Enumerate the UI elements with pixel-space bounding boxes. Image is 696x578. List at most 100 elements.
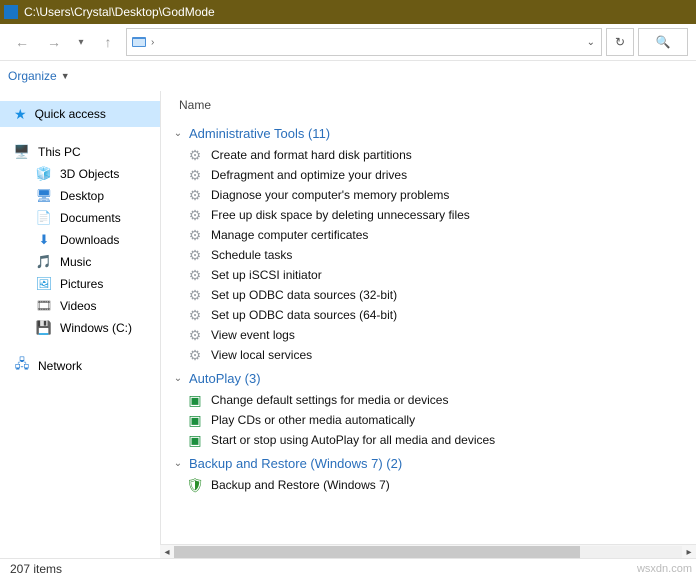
folder-icon: ⬇ [36, 232, 52, 248]
sidebar-item[interactable]: 🎞Videos [0, 295, 160, 317]
scroll-right-button[interactable]: ▸ [682, 547, 696, 558]
item-label: Set up ODBC data sources (64-bit) [211, 308, 397, 322]
title-bar: C:\Users\Crystal\Desktop\GodMode [0, 0, 696, 24]
sidebar-item-label: Music [60, 255, 91, 269]
folder-icon: 🖥 [36, 188, 52, 204]
folder-icon: 🎵 [36, 254, 52, 270]
item-label: Manage computer certificates [211, 228, 368, 242]
list-item[interactable]: ⚙Set up iSCSI initiator [167, 265, 696, 285]
status-bar: 207 items wsxdn.com [0, 558, 696, 578]
back-button[interactable]: ← [8, 28, 36, 56]
list-item[interactable]: ⚙View event logs [167, 325, 696, 345]
forward-button[interactable]: → [40, 28, 68, 56]
group-title: Backup and Restore (Windows 7) (2) [189, 456, 402, 471]
item-label: Start or stop using AutoPlay for all med… [211, 433, 495, 447]
column-header-name[interactable]: Name [179, 98, 211, 112]
scroll-track[interactable] [174, 546, 682, 558]
chevron-down-icon: ▼ [61, 71, 70, 81]
sidebar-item-label: Windows (C:) [60, 321, 132, 335]
list-item[interactable]: ⚙ Set up ODBC data sources (64-bit) [167, 305, 696, 325]
group-header[interactable]: ⌄Administrative Tools (11) [167, 120, 696, 145]
list-item[interactable]: ⚙ Diagnose your computer's memory problem… [167, 185, 696, 205]
list-item[interactable]: ▣ Start or stop using AutoPlay for all me… [167, 430, 696, 450]
restore-icon: 🛡 [187, 477, 203, 493]
group-header[interactable]: ⌄ Backup and Restore (Windows 7) (2) [167, 450, 696, 475]
sidebar-item-label: 3D Objects [60, 167, 119, 181]
list-item[interactable]: ⚙View local services [167, 345, 696, 365]
sidebar-item-label: Pictures [60, 277, 103, 291]
watermark: wsxdn.com [637, 563, 692, 575]
play-icon: ▣ [187, 412, 203, 428]
network-label: Network [38, 359, 82, 373]
refresh-button[interactable]: ↻ [606, 28, 634, 56]
gear-icon: ⚙ [187, 287, 203, 303]
item-label: Set up ODBC data sources (32-bit) [211, 288, 397, 302]
list-item[interactable]: ▣Play CDs or other media automatically [167, 410, 696, 430]
folder-icon: 🖼 [36, 276, 52, 292]
gear-icon: ⚙ [187, 187, 203, 203]
sidebar-item-label: Videos [60, 299, 96, 313]
recent-locations-button[interactable]: ▾ [72, 28, 90, 56]
scroll-thumb[interactable] [174, 546, 580, 558]
list-item[interactable]: ⚙Free up disk space by deleting unnecess… [167, 205, 696, 225]
list-item[interactable]: ⚙ Set up ODBC data sources (32-bit) [167, 285, 696, 305]
folder-icon: 🧊 [36, 166, 52, 182]
sidebar-item[interactable]: 🖼 Pictures [0, 273, 160, 295]
item-label: Set up iSCSI initiator [211, 268, 322, 282]
command-bar: Organize ▼ [0, 61, 696, 91]
sidebar-item[interactable]: 🖥 Desktop [0, 185, 160, 207]
file-list: Name ⌄Administrative Tools (11)⚙Create a… [161, 91, 696, 544]
up-button[interactable]: ↑ [94, 28, 122, 56]
horizontal-scrollbar[interactable]: ◂ ▸ [160, 544, 696, 559]
gear-icon: ⚙ [187, 167, 203, 183]
list-item[interactable]: ⚙ Schedule tasks [167, 245, 696, 265]
sidebar-item-network[interactable]: 🖧 Network [0, 355, 160, 377]
scroll-left-button[interactable]: ◂ [160, 547, 174, 558]
sidebar-item-this-pc[interactable]: 🖥️ This PC [0, 141, 160, 163]
list-item[interactable]: 🛡 Backup and Restore (Windows 7) [167, 475, 696, 495]
gear-icon: ⚙ [187, 307, 203, 323]
navigation-pane: ★ Quick access 🖥️ This PC 🧊 3D Objects 🖥 De… [0, 91, 161, 544]
quick-access-label: Quick access [35, 107, 106, 121]
search-input[interactable]: 🔍 [638, 28, 688, 56]
list-item[interactable]: ⚙Defragment and optimize your drives [167, 165, 696, 185]
sidebar-item[interactable]: ⬇ Downloads [0, 229, 160, 251]
group-title: AutoPlay (3) [189, 371, 261, 386]
organize-button[interactable]: Organize ▼ [8, 69, 70, 83]
network-icon: 🖧 [14, 358, 30, 374]
sidebar-item-label: Desktop [60, 189, 104, 203]
item-count: 207 items [10, 562, 62, 576]
item-label: Free up disk space by deleting unnecessa… [211, 208, 470, 222]
star-icon: ★ [14, 106, 27, 123]
app-icon [4, 5, 18, 19]
item-label: Create and format hard disk partitions [211, 148, 412, 162]
sidebar-item[interactable]: 💾 Windows (C:) [0, 317, 160, 339]
item-label: View event logs [211, 328, 295, 342]
item-label: Change default settings for media or dev… [211, 393, 448, 407]
sidebar-item-quick-access[interactable]: ★ Quick access [0, 101, 160, 127]
group-header[interactable]: ⌄AutoPlay (3) [167, 365, 696, 390]
file-list-content: ⌄Administrative Tools (11)⚙Create and fo… [161, 120, 696, 544]
chevron-right-icon: › [151, 37, 154, 48]
item-label: Backup and Restore (Windows 7) [211, 478, 390, 492]
sidebar-item-label: Downloads [60, 233, 119, 247]
gear-icon: ⚙ [187, 247, 203, 263]
gear-icon: ⚙ [187, 227, 203, 243]
item-label: Diagnose your computer's memory problems [211, 188, 449, 202]
sidebar-item[interactable]: 📄 Documents [0, 207, 160, 229]
play-icon: ▣ [187, 432, 203, 448]
list-item[interactable]: ⚙ Manage computer certificates [167, 225, 696, 245]
sidebar-item[interactable]: 🎵 Music [0, 251, 160, 273]
sidebar-item[interactable]: 🧊 3D Objects [0, 163, 160, 185]
chevron-down-icon: ⌄ [171, 458, 185, 469]
folder-icon: 📄 [36, 210, 52, 226]
folder-icon: 💾 [36, 320, 52, 336]
this-pc-label: This PC [38, 145, 81, 159]
address-dropdown[interactable]: ⌄ [587, 37, 595, 48]
list-item[interactable]: ⚙Create and format hard disk partitions [167, 145, 696, 165]
sidebar-item-label: Documents [60, 211, 121, 225]
address-bar[interactable]: › ⌄ [126, 28, 602, 56]
list-item[interactable]: ▣Change default settings for media or de… [167, 390, 696, 410]
gear-icon: ⚙ [187, 347, 203, 363]
item-label: Schedule tasks [211, 248, 292, 262]
